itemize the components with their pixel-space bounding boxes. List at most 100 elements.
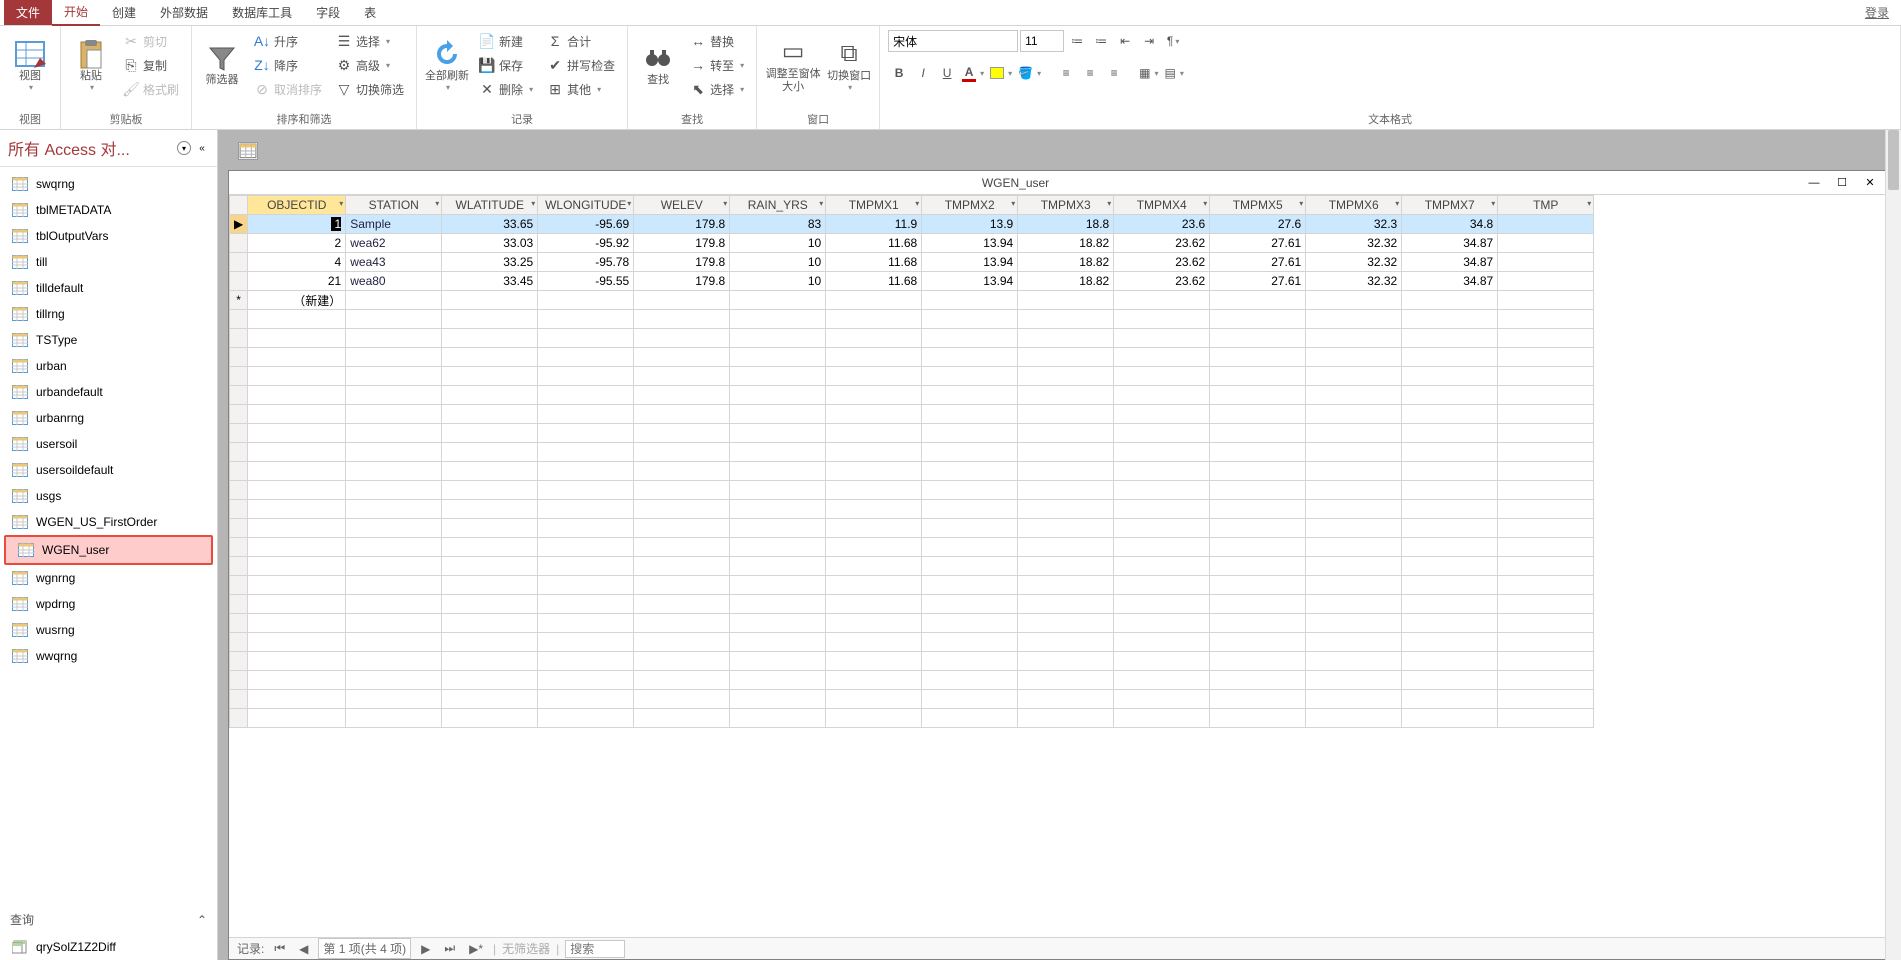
- column-header-TMPMX1[interactable]: TMPMX1▾: [826, 196, 922, 215]
- cell-STATION[interactable]: wea62: [346, 234, 442, 253]
- cell-RAIN_YRS[interactable]: 83: [730, 215, 826, 234]
- menu-tab-dbtools[interactable]: 数据库工具: [220, 0, 304, 25]
- filter-dropdown-icon[interactable]: ▾: [435, 199, 439, 208]
- datasheet-grid[interactable]: OBJECTID▾STATION▾WLATITUDE▾WLONGITUDE▾WE…: [229, 195, 1594, 728]
- cell-TMPMX3[interactable]: 18.82: [1018, 234, 1114, 253]
- cell-WLONGITUDE[interactable]: -95.78: [538, 253, 634, 272]
- cell-empty[interactable]: [826, 291, 922, 310]
- table-row[interactable]: 21wea8033.45-95.55179.81011.6813.9418.82…: [230, 272, 1594, 291]
- column-header-OBJECTID[interactable]: OBJECTID▾: [248, 196, 346, 215]
- next-record-button[interactable]: ▶: [417, 942, 434, 956]
- nav-title[interactable]: 所有 Access 对...: [8, 136, 173, 160]
- table-row[interactable]: 2wea6233.03-95.92179.81011.6813.9418.822…: [230, 234, 1594, 253]
- column-header-TMP[interactable]: TMP▾: [1498, 196, 1594, 215]
- goto-button[interactable]: →转至▾: [686, 54, 748, 76]
- cell-TMPMX3[interactable]: 18.8: [1018, 215, 1114, 234]
- cell-WLONGITUDE[interactable]: -95.69: [538, 215, 634, 234]
- login-link[interactable]: 登录: [1865, 4, 1901, 21]
- nav-list[interactable]: swqrngtblMETADATAtblOutputVarstilltillde…: [0, 167, 217, 905]
- menu-tab-external[interactable]: 外部数据: [148, 0, 220, 25]
- cell-TMPMX7[interactable]: 34.87: [1402, 272, 1498, 291]
- row-selector[interactable]: [230, 272, 248, 291]
- filter-dropdown-icon[interactable]: ▾: [627, 199, 631, 208]
- cell-TMPMX6[interactable]: 32.32: [1306, 234, 1402, 253]
- nav-item-WGEN_US_FirstOrder[interactable]: WGEN_US_FirstOrder: [0, 509, 217, 535]
- close-button[interactable]: ✕: [1858, 173, 1882, 193]
- cell-empty[interactable]: [1018, 291, 1114, 310]
- nav-item-qrySolZ1Z2Diff[interactable]: qrySolZ1Z2Diff: [0, 934, 217, 960]
- cell-TMPMX2[interactable]: 13.94: [922, 272, 1018, 291]
- cell-WLATITUDE[interactable]: 33.25: [442, 253, 538, 272]
- cell-TMPMX5[interactable]: 27.6: [1210, 215, 1306, 234]
- cell-OBJECTID[interactable]: （新建）: [248, 291, 346, 310]
- row-selector[interactable]: [230, 253, 248, 272]
- cell-empty[interactable]: [634, 291, 730, 310]
- cut-button[interactable]: ✂剪切: [119, 30, 183, 52]
- highlight-button[interactable]: ▾: [988, 62, 1014, 84]
- row-selector[interactable]: ▶: [230, 215, 248, 234]
- text-dir-button[interactable]: ¶▾: [1162, 30, 1184, 52]
- new-record-nav-button[interactable]: ▶*: [465, 942, 487, 956]
- cell-STATION[interactable]: wea80: [346, 272, 442, 291]
- record-position[interactable]: 第 1 项(共 4 项): [318, 938, 411, 959]
- cell-empty[interactable]: [730, 291, 826, 310]
- advanced-button[interactable]: ⚙高级▾: [332, 54, 408, 76]
- gridlines-button[interactable]: ▦▾: [1137, 62, 1160, 84]
- filter-dropdown-icon[interactable]: ▾: [531, 199, 535, 208]
- filter-dropdown-icon[interactable]: ▾: [915, 199, 919, 208]
- nav-item-tblOutputVars[interactable]: tblOutputVars: [0, 223, 217, 249]
- menu-tab-table[interactable]: 表: [352, 0, 388, 25]
- indent-inc-button[interactable]: ⇥: [1138, 30, 1160, 52]
- nav-item-wwqrng[interactable]: wwqrng: [0, 643, 217, 669]
- column-header-TMPMX4[interactable]: TMPMX4▾: [1114, 196, 1210, 215]
- cell-RAIN_YRS[interactable]: 10: [730, 234, 826, 253]
- filter-dropdown-icon[interactable]: ▾: [1587, 199, 1591, 208]
- cell-TMPMX4[interactable]: 23.6: [1114, 215, 1210, 234]
- cell-STATION[interactable]: wea43: [346, 253, 442, 272]
- column-header-TMPMX5[interactable]: TMPMX5▾: [1210, 196, 1306, 215]
- cell-TMPMX4[interactable]: 23.62: [1114, 253, 1210, 272]
- totals-button[interactable]: Σ合计: [543, 30, 619, 52]
- cell-WLATITUDE[interactable]: 33.45: [442, 272, 538, 291]
- more-button[interactable]: ⊞其他▾: [543, 78, 619, 100]
- cell-WLONGITUDE[interactable]: -95.92: [538, 234, 634, 253]
- cell-TMPMX1[interactable]: 11.68: [826, 253, 922, 272]
- nav-item-usersoildefault[interactable]: usersoildefault: [0, 457, 217, 483]
- font-color-button[interactable]: A▾: [960, 62, 986, 84]
- font-name-combo[interactable]: [888, 30, 1018, 52]
- row-selector[interactable]: [230, 234, 248, 253]
- first-record-button[interactable]: ⏮: [270, 941, 289, 956]
- font-size-combo[interactable]: [1020, 30, 1064, 52]
- table-row[interactable]: ▶1Sample33.65-95.69179.88311.913.918.823…: [230, 215, 1594, 234]
- cell-TMPMX4[interactable]: 23.62: [1114, 234, 1210, 253]
- menu-tab-create[interactable]: 创建: [100, 0, 148, 25]
- filter-dropdown-icon[interactable]: ▾: [339, 199, 343, 208]
- underline-button[interactable]: U: [936, 62, 958, 84]
- new-record-button[interactable]: 📄新建: [475, 30, 537, 52]
- nav-dropdown-icon[interactable]: ▾: [177, 141, 191, 155]
- filter-dropdown-icon[interactable]: ▾: [1491, 199, 1495, 208]
- sort-asc-button[interactable]: A↓升序: [250, 30, 326, 52]
- bullets-button[interactable]: ≔: [1066, 30, 1088, 52]
- table-tab-icon[interactable]: [238, 142, 258, 160]
- cell-TMPMX6[interactable]: 32.32: [1306, 272, 1402, 291]
- nav-item-urbanrng[interactable]: urbanrng: [0, 405, 217, 431]
- indent-dec-button[interactable]: ⇤: [1114, 30, 1136, 52]
- refresh-all-button[interactable]: 全部刷新 ▾: [425, 30, 469, 100]
- cell-empty[interactable]: [1498, 291, 1594, 310]
- filter-dropdown-icon[interactable]: ▾: [1395, 199, 1399, 208]
- cell-extra[interactable]: [1498, 215, 1594, 234]
- cell-TMPMX3[interactable]: 18.82: [1018, 253, 1114, 272]
- cell-extra[interactable]: [1498, 272, 1594, 291]
- switch-window-button[interactable]: ⧉ 切换窗口 ▾: [827, 30, 871, 100]
- clear-sort-button[interactable]: ⊘取消排序: [250, 78, 326, 100]
- filter-dropdown-icon[interactable]: ▾: [1299, 199, 1303, 208]
- selection-button[interactable]: ☰选择▾: [332, 30, 408, 52]
- cell-empty[interactable]: [346, 291, 442, 310]
- nav-item-TSType[interactable]: TSType: [0, 327, 217, 353]
- cell-TMPMX5[interactable]: 27.61: [1210, 272, 1306, 291]
- column-header-TMPMX6[interactable]: TMPMX6▾: [1306, 196, 1402, 215]
- filter-dropdown-icon[interactable]: ▾: [1011, 199, 1015, 208]
- nav-item-tillrng[interactable]: tillrng: [0, 301, 217, 327]
- nav-item-wgnrng[interactable]: wgnrng: [0, 565, 217, 591]
